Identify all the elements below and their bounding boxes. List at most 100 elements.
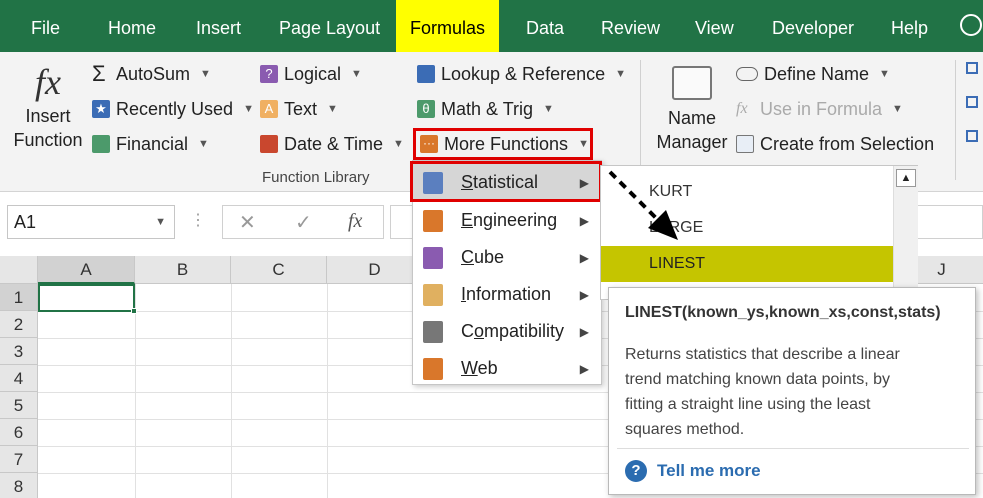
financial-button[interactable]: Financial ▼ (92, 130, 209, 158)
tab-insert[interactable]: Insert (196, 0, 241, 52)
tab-developer[interactable]: Developer (772, 0, 854, 52)
row-header-6[interactable]: 6 (0, 419, 38, 446)
fx-small-icon: fx (736, 100, 748, 117)
grid-line (231, 284, 232, 498)
group-separator (955, 60, 956, 180)
chevron-down-icon: ▼ (543, 103, 554, 115)
chevron-right-icon: ▶ (579, 213, 589, 228)
linest-tooltip: LINEST(known_ys,known_xs,const,stats) Re… (608, 287, 976, 495)
selected-cell-a1[interactable] (38, 284, 135, 312)
text-button[interactable]: A Text ▼ (260, 95, 338, 123)
formula-buttons: ✕ ✓ fx (222, 205, 384, 239)
menu-item-web[interactable]: Web ▶ (413, 350, 601, 387)
name-box[interactable]: A1 ▼ (7, 205, 175, 239)
more-functions-button[interactable]: ··· More Functions ▼ (413, 128, 593, 160)
function-item-linest[interactable]: LINEST (601, 246, 893, 282)
row-header-2[interactable]: 2 (0, 311, 38, 338)
lookup-reference-label: Lookup & Reference (441, 63, 606, 84)
cube-icon (423, 246, 443, 269)
row-header-5[interactable]: 5 (0, 392, 38, 419)
financial-label: Financial (116, 133, 189, 154)
tab-view[interactable]: View (695, 0, 734, 52)
use-in-formula-label: Use in Formula (760, 98, 883, 119)
row-header-7[interactable]: 7 (0, 446, 38, 473)
tab-review[interactable]: Review (601, 0, 660, 52)
menu-item-engineering[interactable]: Engineering ▶ (413, 202, 601, 239)
chevron-right-icon: ▶ (579, 250, 589, 265)
tab-help[interactable]: Help (891, 0, 928, 52)
engineering-icon (423, 209, 443, 232)
chevron-down-icon: ▼ (879, 68, 890, 80)
submenu-scrollbar[interactable]: ▲ (893, 166, 918, 299)
name-manager-button[interactable]: Name Manager (652, 66, 732, 154)
create-from-selection-button[interactable]: Create from Selection (736, 130, 934, 158)
tab-file[interactable]: File (31, 0, 60, 52)
insert-function-icon[interactable]: fx (348, 210, 362, 233)
define-name-button[interactable]: Define Name ▼ (736, 60, 890, 88)
menu-item-label: Compatibility (461, 321, 565, 341)
row-header-4[interactable]: 4 (0, 365, 38, 392)
tell-me-more-link[interactable]: ? Tell me more (625, 460, 761, 482)
column-header-b[interactable]: B (135, 256, 231, 284)
name-box-value: A1 (14, 212, 37, 232)
date-time-button[interactable]: Date & Time ▼ (260, 130, 404, 158)
column-header-a[interactable]: A (38, 256, 135, 284)
chevron-down-icon: ▼ (200, 68, 211, 80)
chevron-down-icon: ▼ (615, 68, 626, 80)
tab-formulas[interactable]: Formulas (396, 0, 500, 52)
column-header-d[interactable]: D (327, 256, 423, 284)
math-trig-label: Math & Trig (441, 98, 534, 119)
insert-function-label-1: Insert (25, 106, 71, 126)
lightbulb-icon[interactable] (960, 14, 982, 36)
cancel-icon[interactable]: ✕ (239, 210, 256, 235)
tooltip-line: Returns statistics that describe a linea… (625, 346, 900, 363)
tooltip-divider (617, 448, 969, 449)
row-header-1[interactable]: 1 (0, 284, 38, 311)
theta-book-icon: θ (417, 100, 435, 118)
select-all-corner[interactable] (0, 256, 38, 284)
tab-data[interactable]: Data (526, 0, 564, 52)
tab-page-layout[interactable]: Page Layout (279, 0, 380, 52)
magnifier-book-icon (417, 65, 435, 83)
math-trig-button[interactable]: θ Math & Trig ▼ (417, 95, 554, 123)
recently-used-label: Recently Used (116, 98, 234, 119)
drag-handle-icon[interactable]: ⋮ (190, 210, 206, 230)
tab-home[interactable]: Home (108, 0, 156, 52)
menu-item-information[interactable]: Information ▶ (413, 276, 601, 313)
menu-item-label: Information (461, 284, 552, 304)
column-header-c[interactable]: C (231, 256, 327, 284)
tooltip-line: trend matching known data points, by (625, 371, 891, 388)
recently-used-button[interactable]: ★ Recently Used ▼ (92, 95, 254, 123)
compatibility-icon (423, 320, 443, 343)
grid-icon (736, 135, 754, 153)
autosum-label: AutoSum (116, 63, 191, 84)
insert-function-button[interactable]: fx Insert Function (8, 60, 88, 170)
logical-label: Logical (284, 63, 342, 84)
row-header-3[interactable]: 3 (0, 338, 38, 365)
menu-item-label: Engineering (461, 210, 558, 230)
autosum-button[interactable]: Σ AutoSum ▼ (92, 60, 211, 88)
financial-book-icon (92, 135, 110, 153)
chevron-down-icon: ▼ (892, 103, 903, 115)
row-header-8[interactable]: 8 (0, 473, 38, 498)
use-in-formula-button[interactable]: fx Use in Formula ▼ (736, 95, 903, 123)
scroll-up-icon[interactable]: ▲ (896, 169, 916, 187)
fill-handle[interactable] (131, 308, 137, 314)
star-icon: ★ (92, 100, 110, 118)
information-icon (423, 283, 443, 306)
question-book-icon: ? (260, 65, 278, 83)
trace-precedents-icon[interactable] (966, 62, 980, 152)
lookup-reference-button[interactable]: Lookup & Reference ▼ (417, 60, 626, 88)
tooltip-title: LINEST(known_ys,known_xs,const,stats) (625, 304, 941, 321)
more-functions-label: More Functions (444, 133, 569, 154)
chevron-down-icon[interactable]: ▼ (155, 206, 166, 238)
chevron-down-icon: ▼ (393, 138, 404, 150)
fx-icon: fx (35, 62, 61, 102)
text-label: Text (284, 98, 318, 119)
menu-item-compatibility[interactable]: Compatibility ▶ (413, 313, 601, 350)
enter-icon[interactable]: ✓ (295, 210, 312, 235)
tooltip-line: squares method. (625, 421, 745, 438)
menu-item-cube[interactable]: Cube ▶ (413, 239, 601, 276)
clock-icon (260, 135, 278, 153)
logical-button[interactable]: ? Logical ▼ (260, 60, 362, 88)
